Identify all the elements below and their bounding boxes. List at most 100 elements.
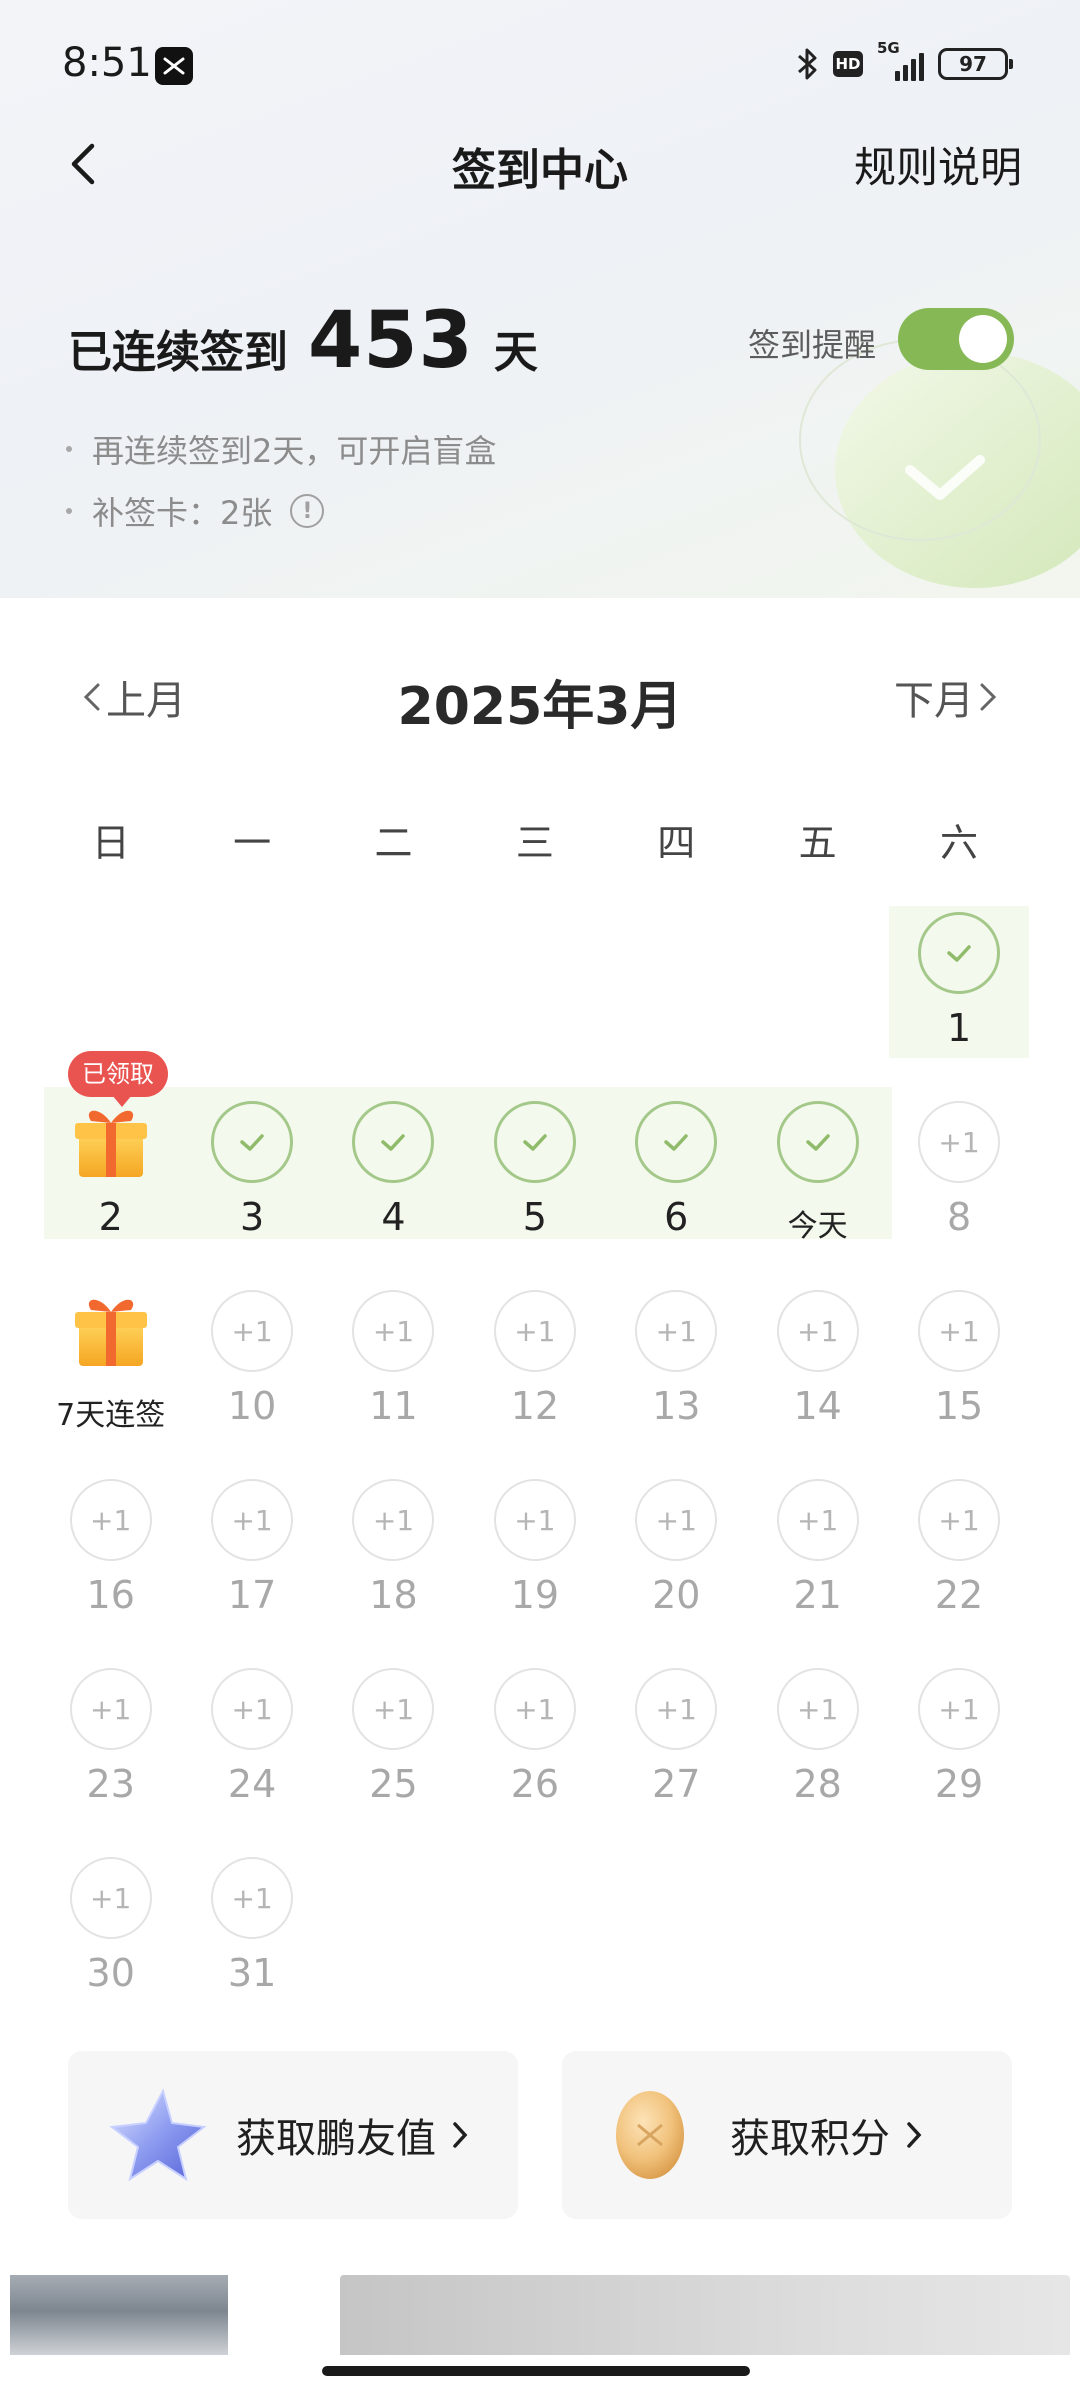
home-indicator[interactable] (322, 2366, 750, 2376)
calendar-empty-cell (181, 898, 322, 1087)
calendar-day-18[interactable]: +1 18 (323, 1465, 464, 1654)
reminder-toggle[interactable] (898, 308, 1014, 370)
day-number: 20 (652, 1573, 701, 1617)
calendar-empty-cell (323, 898, 464, 1087)
calendar-day-12[interactable]: +1 12 (464, 1276, 605, 1465)
day-number: 22 (934, 1573, 984, 1617)
day-number: 13 (652, 1384, 701, 1428)
status-bar: 8:51 HD 5G 97 (0, 0, 1080, 130)
get-points-button[interactable]: 获取积分 (562, 2051, 1012, 2219)
weekday-label: 日 (91, 821, 130, 865)
calendar-empty-cell (464, 898, 605, 1087)
day-number: 15 (934, 1384, 984, 1428)
calendar-day-25[interactable]: +1 25 (323, 1654, 464, 1843)
plus-one-reward: +1 (635, 1668, 718, 1750)
plus-one-reward: +1 (211, 1479, 294, 1561)
plus-one-reward: +1 (211, 1668, 294, 1750)
header-section: 8:51 HD 5G 97 签到中心 规则说明 已连续签到 453 天 签到提醒… (0, 0, 1080, 600)
calendar-day-8[interactable]: +1 8 (888, 1087, 1029, 1276)
day-number: 14 (793, 1384, 842, 1428)
calendar-day-9[interactable]: 7天连签 (40, 1276, 181, 1465)
calendar-card: 上月 2025年3月 下月 日 一 二 三 四 五 六 1 已领取 2 3 4 5 6 今天 +… (0, 598, 1080, 2038)
next-month-button[interactable]: 下月 (894, 668, 1002, 726)
info-icon[interactable]: ! (290, 494, 325, 528)
calendar-day-30[interactable]: +1 30 (40, 1843, 181, 2032)
calendar-day-29[interactable]: +1 29 (888, 1654, 1029, 1843)
plus-one-reward: +1 (776, 1668, 859, 1750)
day-number: 12 (510, 1384, 560, 1428)
calendar-day-14[interactable]: +1 14 (747, 1276, 888, 1465)
battery-icon: 97 (938, 48, 1013, 80)
streak-gift-label: 7天连签 (56, 1398, 166, 1433)
plus-one-reward: +1 (918, 1101, 1001, 1183)
hint-makeup-cards-text: 补签卡：2张 (92, 494, 273, 532)
plus-one-reward: +1 (918, 1290, 1001, 1372)
calendar-day-1[interactable]: 1 (888, 898, 1029, 1087)
plus-one-reward: +1 (352, 1668, 435, 1750)
calendar-day-21[interactable]: +1 21 (747, 1465, 888, 1654)
hint-makeup-cards: 补签卡：2张 ! (66, 488, 325, 534)
calendar-week-row: +1 16 +1 17 +1 18 +1 19 +1 20 +1 21 +1 22 (40, 1465, 1040, 1654)
calendar-week-row: +1 23 +1 24 +1 25 +1 26 +1 27 +1 28 +1 29 (40, 1654, 1040, 1843)
streak-days: 453 (308, 296, 474, 386)
plus-one-reward: +1 (69, 1479, 152, 1561)
day-number: 23 (86, 1762, 135, 1806)
next-month-label: 下月 (894, 678, 974, 724)
promo-banner-thumbnail[interactable] (10, 2275, 228, 2355)
calendar-day-28[interactable]: +1 28 (747, 1654, 888, 1843)
calendar-day-6[interactable]: 6 (606, 1087, 747, 1276)
reminder-label: 签到提醒 (748, 326, 877, 364)
calendar-week-row: 已领取 2 3 4 5 6 今天 +1 8 (40, 1051, 1040, 1276)
weekday-label: 四 (657, 821, 696, 865)
day-number: 16 (86, 1573, 135, 1617)
plus-one-reward: +1 (493, 1668, 576, 1750)
toggle-knob (959, 315, 1007, 363)
calendar-day-5[interactable]: 5 (464, 1087, 605, 1276)
calendar-day-27[interactable]: +1 27 (606, 1654, 747, 1843)
calendar-empty-cell (606, 898, 747, 1087)
calendar-day-26[interactable]: +1 26 (464, 1654, 605, 1843)
calendar-day-31[interactable]: +1 31 (181, 1843, 322, 2032)
network-type: 5G (877, 39, 900, 57)
hint-blind-box-text: 再连续签到2天，可开启盲盒 (92, 432, 497, 470)
calendar-day-23[interactable]: +1 23 (40, 1654, 181, 1843)
check-icon (918, 912, 1001, 994)
calendar-day-7[interactable]: 今天 (747, 1087, 888, 1276)
day-number: 17 (227, 1573, 277, 1617)
chevron-right-icon (980, 683, 997, 711)
claimed-badge: 已领取 (68, 1051, 168, 1107)
plus-one-reward: +1 (918, 1668, 1001, 1750)
weekday-label: 二 (374, 821, 413, 865)
rules-link[interactable]: 规则说明 (854, 134, 1022, 195)
calendar-day-17[interactable]: +1 17 (181, 1465, 322, 1654)
plus-one-reward: +1 (918, 1479, 1001, 1561)
get-friend-points-button[interactable]: 获取鹏友值 (68, 2051, 518, 2219)
calendar-day-4[interactable]: 4 (323, 1087, 464, 1276)
promo-banner[interactable] (340, 2275, 1070, 2355)
calendar-day-19[interactable]: +1 19 (464, 1465, 605, 1654)
day-number: 1 (946, 1006, 972, 1050)
calendar-week-row: 1 (40, 898, 1040, 1087)
calendar-day-2[interactable]: 已领取 2 (40, 1051, 181, 1276)
day-number: 25 (369, 1762, 418, 1806)
day-number: 3 (239, 1195, 265, 1239)
get-friend-points-label: 获取鹏友值 (236, 2116, 436, 2162)
day-number: 28 (793, 1762, 842, 1806)
calendar-day-13[interactable]: +1 13 (606, 1276, 747, 1465)
plus-one-reward: +1 (493, 1479, 576, 1561)
calendar-day-10[interactable]: +1 10 (181, 1276, 322, 1465)
calendar-day-20[interactable]: +1 20 (606, 1465, 747, 1654)
status-time: 8:51 (62, 40, 152, 86)
calendar-day-3[interactable]: 3 (181, 1087, 322, 1276)
hd-icon: HD (833, 51, 863, 77)
calendar-day-16[interactable]: +1 16 (40, 1465, 181, 1654)
calendar-day-22[interactable]: +1 22 (888, 1465, 1029, 1654)
plus-one-reward: +1 (211, 1857, 294, 1939)
calendar-day-11[interactable]: +1 11 (323, 1276, 464, 1465)
gift-box-icon (69, 1286, 153, 1370)
calendar-day-24[interactable]: +1 24 (181, 1654, 322, 1843)
plus-one-reward: +1 (352, 1479, 435, 1561)
calendar-day-15[interactable]: +1 15 (888, 1276, 1029, 1465)
weekday-label: 一 (233, 821, 272, 865)
day-number: 5 (522, 1195, 547, 1239)
